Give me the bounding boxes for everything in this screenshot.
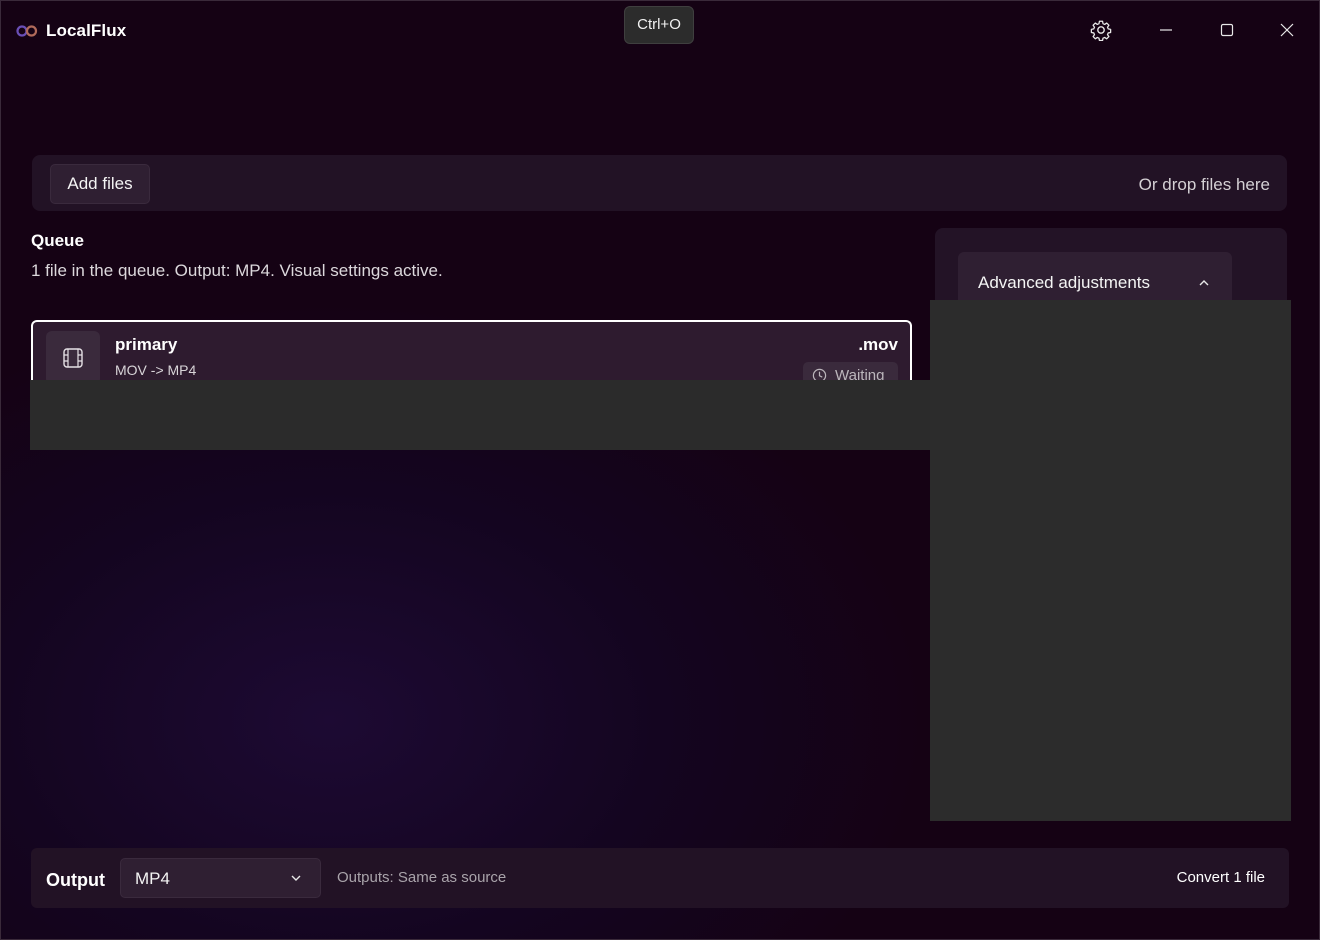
app-logo-icon	[16, 25, 38, 37]
convert-button[interactable]: Convert 1 file	[1177, 869, 1265, 886]
add-files-button[interactable]: Add files	[50, 164, 150, 204]
occluded-region-queue	[30, 380, 930, 450]
shortcut-tooltip: Ctrl+O	[624, 6, 694, 44]
minimize-button[interactable]	[1150, 14, 1182, 46]
file-conversion: MOV -> MP4	[115, 362, 197, 378]
queue-title: Queue	[31, 231, 84, 250]
output-format-select[interactable]: MP4	[120, 858, 321, 898]
outputs-location-text: Outputs: Same as source	[337, 869, 507, 886]
settings-button[interactable]	[1085, 14, 1117, 46]
advanced-adjustments-label: Advanced adjustments	[978, 273, 1150, 292]
file-extension: .mov	[858, 335, 898, 354]
chevron-down-icon	[291, 875, 301, 881]
chevron-up-icon	[1199, 280, 1209, 286]
app-title: LocalFlux	[46, 21, 127, 40]
gear-icon	[1090, 20, 1112, 41]
minimize-icon	[1160, 29, 1172, 31]
maximize-icon	[1220, 23, 1234, 37]
film-icon	[63, 348, 83, 368]
occluded-region-side-panel	[930, 300, 1291, 821]
file-name: primary	[115, 335, 178, 354]
file-icon-box	[46, 331, 100, 382]
side-panel: Advanced adjustments	[935, 228, 1287, 308]
output-label: Output	[46, 870, 105, 890]
format-value: MP4	[135, 869, 170, 888]
maximize-button[interactable]	[1211, 14, 1243, 46]
file-drop-zone[interactable]: Add files Or drop files here	[32, 155, 1287, 211]
queue-item[interactable]: primary MOV -> MP4 .mov Waiting	[31, 320, 912, 382]
queue-summary: 1 file in the queue. Output: MP4. Visual…	[31, 261, 443, 280]
close-button[interactable]	[1271, 14, 1303, 46]
drop-hint: Or drop files here	[1138, 175, 1270, 194]
status-badge: Waiting	[803, 362, 898, 382]
close-icon	[1280, 23, 1294, 37]
output-bar: Output MP4 Outputs: Same as source Conve…	[31, 848, 1289, 908]
